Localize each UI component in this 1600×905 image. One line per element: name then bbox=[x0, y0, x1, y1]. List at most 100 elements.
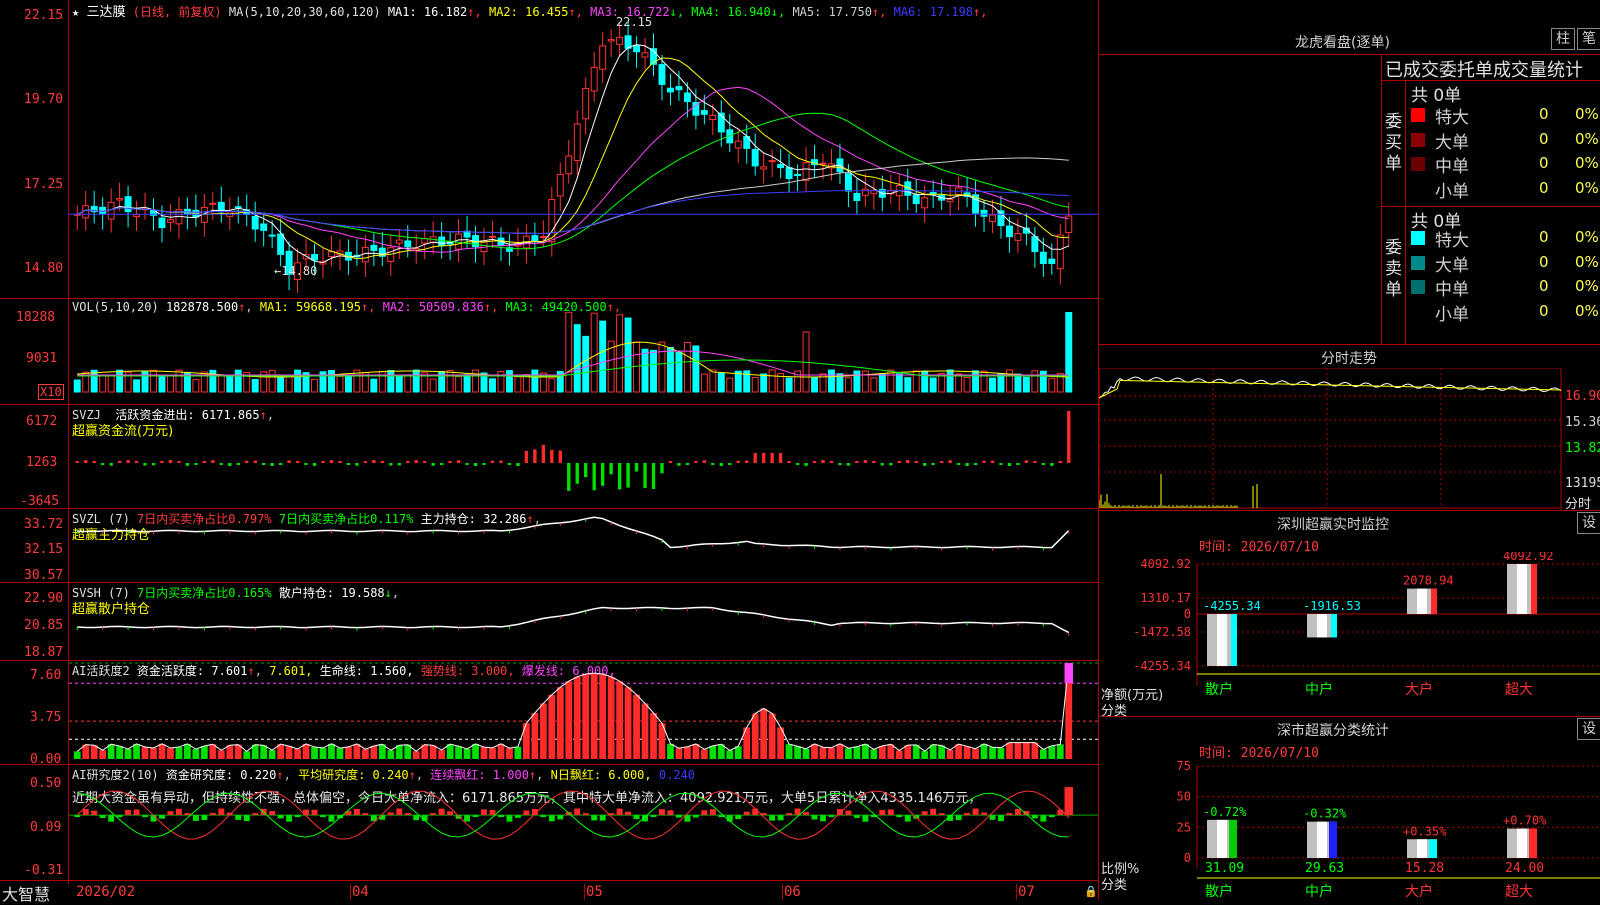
activity-bar bbox=[573, 676, 581, 759]
category-label: 大户 bbox=[1405, 883, 1433, 900]
activity-bar bbox=[989, 747, 996, 759]
flow-bar bbox=[889, 463, 893, 466]
volume-bar bbox=[463, 374, 471, 393]
activity-bar bbox=[260, 745, 268, 759]
activity-chart[interactable] bbox=[69, 661, 1098, 764]
volume-bar bbox=[226, 374, 234, 393]
flow-bar bbox=[736, 460, 740, 463]
flow-bar bbox=[126, 460, 130, 463]
app-name: 大智慧 bbox=[2, 885, 51, 904]
candle bbox=[989, 214, 996, 222]
flow-bar bbox=[168, 460, 173, 463]
candlestick-chart[interactable] bbox=[69, 18, 1098, 298]
row-count: 0 bbox=[1539, 129, 1549, 148]
y-tick-label: 25 bbox=[1177, 820, 1191, 834]
volume-chart[interactable] bbox=[69, 312, 1098, 404]
activity-bar bbox=[429, 745, 437, 759]
flow-bar bbox=[863, 460, 868, 463]
ratio-value-label: 15.28 bbox=[1405, 861, 1444, 876]
activity-bar bbox=[972, 748, 979, 759]
flow-bar bbox=[982, 460, 986, 463]
bar-mode-button[interactable]: 柱 bbox=[1551, 28, 1575, 50]
volume-bar bbox=[666, 347, 674, 393]
research-bar bbox=[709, 809, 716, 816]
flow-bar bbox=[719, 463, 723, 466]
activity-bar bbox=[836, 743, 844, 759]
net-bar-highlight bbox=[1217, 614, 1227, 666]
retail-holding-chart[interactable] bbox=[69, 583, 1098, 660]
panel-divider bbox=[0, 880, 1098, 881]
sz-class-chart[interactable]: 75 50 25 0 -0.72% 31.09 散户 -0.32% 29.63 中户 +0.35% 1… bbox=[1099, 758, 1600, 900]
net-bar-edge bbox=[1331, 614, 1337, 638]
flow-bar bbox=[338, 461, 342, 463]
sz-monitor-chart[interactable]: 4092.92 1310.17 0 -1472.58 -4255.34 -4255.34 散… bbox=[1099, 552, 1600, 716]
chart-area[interactable]: ★ 三达膜 (日线, 前复权) MA(5,10,20,30,60,120) MA… bbox=[0, 0, 1098, 904]
legend-swatch bbox=[1411, 255, 1425, 270]
activity-bar bbox=[200, 746, 208, 759]
volume-bar bbox=[548, 378, 556, 393]
x-divider bbox=[584, 884, 585, 900]
volume-bar bbox=[624, 317, 632, 393]
activity-bar bbox=[802, 748, 810, 759]
candle bbox=[234, 206, 242, 209]
flow-bar bbox=[990, 460, 995, 463]
candle bbox=[421, 238, 429, 244]
research-chart[interactable] bbox=[69, 765, 1098, 880]
flow-bar bbox=[761, 453, 766, 463]
research-bar bbox=[599, 815, 606, 821]
category-label: 中户 bbox=[1305, 883, 1333, 900]
research-bar bbox=[1014, 808, 1021, 816]
candle bbox=[573, 123, 581, 161]
flow-bar bbox=[499, 460, 503, 463]
svzl-tick: 33.72 bbox=[24, 517, 64, 532]
y-tick-label: 0 bbox=[1184, 607, 1191, 621]
flow-bar bbox=[414, 460, 418, 463]
settings-button[interactable]: 设 bbox=[1577, 512, 1600, 534]
activity-bar bbox=[828, 747, 835, 759]
activity-bar bbox=[599, 674, 607, 759]
flow-bar bbox=[702, 460, 707, 463]
volume-bar bbox=[277, 375, 285, 393]
volume-bar bbox=[726, 377, 734, 393]
research-bar bbox=[786, 813, 793, 816]
x-tick: 07 bbox=[1018, 884, 1035, 900]
settings-button[interactable]: 设 bbox=[1577, 718, 1600, 740]
volume-bar bbox=[785, 377, 793, 393]
lock-icon[interactable]: 🔒 bbox=[1084, 885, 1098, 898]
flow-bar bbox=[236, 463, 240, 465]
capital-flow-chart[interactable] bbox=[69, 405, 1098, 508]
volume-bar bbox=[1005, 369, 1013, 393]
volume-bar bbox=[1031, 370, 1039, 393]
volume-bar bbox=[980, 370, 988, 393]
y-tick-label: 1310.17 bbox=[1140, 591, 1191, 605]
activity-bar bbox=[760, 708, 768, 759]
candle bbox=[82, 205, 90, 219]
flow-bar bbox=[939, 461, 944, 463]
flow-bar bbox=[914, 461, 918, 463]
research-bar bbox=[853, 815, 860, 818]
activity-bar bbox=[1023, 742, 1030, 759]
row-percent: 0% bbox=[1575, 154, 1599, 172]
activity-bar bbox=[1056, 744, 1064, 759]
tick-mode-button[interactable]: 笔 bbox=[1577, 28, 1600, 50]
activity-bar bbox=[963, 746, 971, 759]
row-label: 中单 bbox=[1435, 157, 1469, 177]
research-bar bbox=[133, 809, 140, 816]
main-holding-chart[interactable] bbox=[69, 509, 1098, 582]
activity-bar bbox=[192, 749, 200, 759]
x-divider bbox=[782, 884, 783, 900]
activity-bar bbox=[506, 748, 513, 759]
research-bar bbox=[464, 815, 471, 822]
volume-bar bbox=[683, 341, 691, 393]
candle bbox=[683, 92, 691, 103]
research-bar bbox=[430, 813, 437, 816]
activity-bar bbox=[99, 750, 107, 759]
flow-bar bbox=[439, 463, 444, 465]
sz-class-cat-label: 分类 bbox=[1101, 878, 1128, 893]
research-bar bbox=[862, 815, 869, 822]
research-bar bbox=[887, 809, 894, 816]
activity-bar bbox=[268, 750, 276, 759]
volume-bar bbox=[116, 369, 124, 393]
intraday-chart[interactable] bbox=[1099, 368, 1600, 510]
candle bbox=[641, 52, 649, 58]
